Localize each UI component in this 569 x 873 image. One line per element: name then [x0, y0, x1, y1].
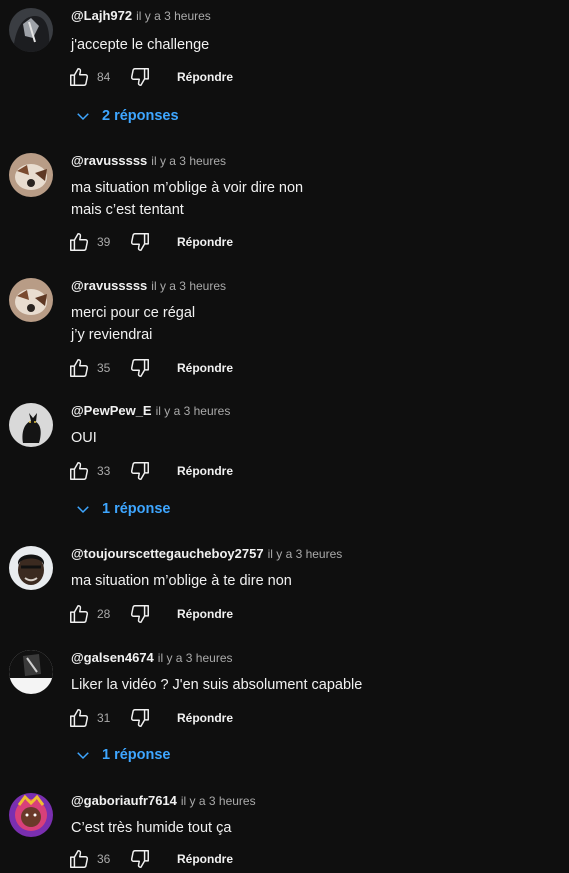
thumb-up-icon	[70, 709, 89, 727]
comment-actions: 36 Répondre	[64, 845, 233, 873]
comment-header: @Lajh972 il y a 3 heures	[71, 8, 211, 24]
comment-text: j'accepte le challenge	[71, 37, 210, 53]
reply-button[interactable]: Répondre	[177, 464, 233, 478]
comment-text: ma situation m’oblige à voir dire non ma…	[71, 180, 304, 218]
comment-header: @PewPew_E il y a 3 heures	[71, 403, 230, 419]
avatar[interactable]	[9, 650, 53, 694]
reply-button[interactable]: Répondre	[177, 361, 233, 375]
comment-time[interactable]: il y a 3 heures	[151, 154, 226, 168]
like-count: 39	[97, 235, 111, 249]
like-count: 35	[97, 361, 111, 375]
comment-author[interactable]: @gaboriaufr7614	[71, 793, 177, 808]
dislike-button[interactable]	[125, 704, 155, 732]
comment-header: @galsen4674 il y a 3 heures	[71, 650, 233, 666]
reply-button[interactable]: Répondre	[177, 711, 233, 725]
like-count: 31	[97, 711, 111, 725]
reply-button[interactable]: Répondre	[177, 235, 233, 249]
comment-actions: 39 Répondre	[64, 228, 233, 256]
comment-author[interactable]: @PewPew_E	[71, 403, 152, 418]
comment-author[interactable]: @toujourscettegaucheboy2757	[71, 546, 264, 561]
thumb-down-icon	[130, 68, 149, 86]
thumb-up-icon	[70, 68, 89, 86]
like-count: 28	[97, 607, 111, 621]
comment-author[interactable]: @galsen4674	[71, 650, 154, 665]
chevron-down-icon	[77, 752, 89, 760]
replies-label: 1 réponse	[102, 747, 171, 763]
comment-text: OUI	[71, 430, 97, 446]
dislike-button[interactable]	[125, 354, 155, 382]
like-count: 84	[97, 70, 111, 84]
avatar[interactable]	[9, 793, 53, 837]
thumb-up-icon	[70, 233, 89, 251]
thumb-up-icon	[70, 462, 89, 480]
comment-time[interactable]: il y a 3 heures	[151, 279, 226, 293]
comment-text: ma situation m’oblige à te dire non	[71, 573, 292, 589]
replies-label: 1 réponse	[102, 501, 171, 517]
comment-header: @ravusssss il y a 3 heures	[71, 278, 226, 294]
comment-actions: 31 Répondre	[64, 704, 233, 732]
view-replies-button[interactable]: 1 réponse	[74, 497, 171, 521]
replies-label: 2 réponses	[102, 108, 179, 124]
reply-button[interactable]: Répondre	[177, 852, 233, 866]
like-button[interactable]	[64, 704, 94, 732]
reply-button[interactable]: Répondre	[177, 607, 233, 621]
avatar[interactable]	[9, 8, 53, 52]
view-replies-button[interactable]: 2 réponses	[74, 104, 179, 128]
comment-text: merci pour ce régal j’y reviendrai	[71, 305, 196, 343]
comment-actions: 33 Répondre	[64, 457, 233, 485]
like-button[interactable]	[64, 354, 94, 382]
thumb-up-icon	[70, 850, 89, 868]
thumb-down-icon	[130, 850, 149, 868]
comment-time[interactable]: il y a 3 heures	[136, 9, 211, 23]
thumb-down-icon	[130, 709, 149, 727]
chevron-down-icon	[77, 113, 89, 121]
comment-time[interactable]: il y a 3 heures	[181, 794, 256, 808]
avatar[interactable]	[9, 403, 53, 447]
dislike-button[interactable]	[125, 457, 155, 485]
avatar[interactable]	[9, 153, 53, 197]
comment-time[interactable]: il y a 3 heures	[268, 547, 343, 561]
dislike-button[interactable]	[125, 845, 155, 873]
comment-author[interactable]: @Lajh972	[71, 8, 132, 23]
avatar[interactable]	[9, 546, 53, 590]
dislike-button[interactable]	[125, 228, 155, 256]
like-button[interactable]	[64, 600, 94, 628]
like-count: 36	[97, 852, 111, 866]
comment-text: C’est très humide tout ça	[71, 820, 232, 836]
comment-actions: 35 Répondre	[64, 354, 233, 382]
like-button[interactable]	[64, 228, 94, 256]
like-button[interactable]	[64, 457, 94, 485]
view-replies-button[interactable]: 1 réponse	[74, 743, 171, 767]
thumb-down-icon	[130, 359, 149, 377]
comment-header: @gaboriaufr7614 il y a 3 heures	[71, 793, 256, 809]
comment-author[interactable]: @ravusssss	[71, 278, 147, 293]
comment-actions: 84 Répondre	[64, 63, 233, 91]
comment-time[interactable]: il y a 3 heures	[158, 651, 233, 665]
comment-time[interactable]: il y a 3 heures	[156, 404, 231, 418]
comment-text: Liker la vidéo ? J'en suis absolument ca…	[71, 677, 363, 693]
dislike-button[interactable]	[125, 63, 155, 91]
thumb-up-icon	[70, 359, 89, 377]
comment-author[interactable]: @ravusssss	[71, 153, 147, 168]
reply-button[interactable]: Répondre	[177, 70, 233, 84]
thumb-up-icon	[70, 605, 89, 623]
comment-header: @toujourscettegaucheboy2757 il y a 3 heur…	[71, 546, 342, 562]
dislike-button[interactable]	[125, 600, 155, 628]
comment-header: @ravusssss il y a 3 heures	[71, 153, 226, 169]
thumb-down-icon	[130, 462, 149, 480]
like-count: 33	[97, 464, 111, 478]
avatar[interactable]	[9, 278, 53, 322]
comment-actions: 28 Répondre	[64, 600, 233, 628]
like-button[interactable]	[64, 63, 94, 91]
like-button[interactable]	[64, 845, 94, 873]
thumb-down-icon	[130, 605, 149, 623]
chevron-down-icon	[77, 506, 89, 514]
thumb-down-icon	[130, 233, 149, 251]
